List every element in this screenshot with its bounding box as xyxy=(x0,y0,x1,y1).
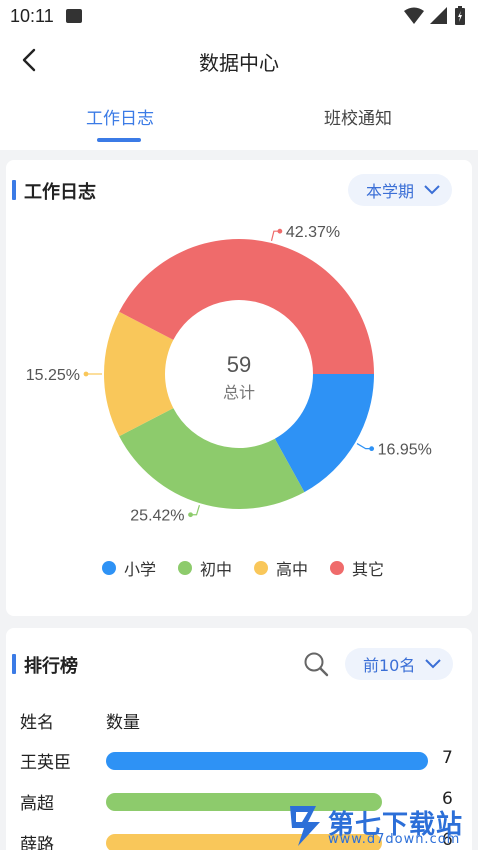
donut-center-value: 59 xyxy=(227,352,251,377)
slice-label-0: 16.95% xyxy=(378,442,432,459)
tab-class-notice[interactable]: 班校通知 xyxy=(298,104,418,129)
ranking-title: 排行榜 xyxy=(12,652,78,678)
ranking-name: 高超 xyxy=(20,794,54,814)
signal-icon xyxy=(430,7,447,24)
tab-bar: 工作日志 班校通知 xyxy=(0,90,478,150)
slice-label-1: 25.42% xyxy=(130,508,184,525)
chart-legend: 小学 初中 高中 其它 xyxy=(102,556,384,580)
tab-work-log[interactable]: 工作日志 xyxy=(60,104,180,129)
image-notification-icon xyxy=(65,9,82,23)
legend-label: 其它 xyxy=(352,560,385,579)
page-title: 数据中心 xyxy=(199,51,279,75)
status-bar: 10:11 xyxy=(0,0,478,32)
donut-center-label: 总计 xyxy=(223,383,255,402)
column-header-count: 数量 xyxy=(106,713,140,733)
site-watermark: 第七下载站 www.d7down.com xyxy=(286,800,476,850)
work-log-card: 工作日志 本学期 16.95% 25.42% 15.25% 42.37% 59 总计 小学… xyxy=(6,160,472,616)
slice-label-2: 15.25% xyxy=(26,367,80,384)
top-n-selector[interactable]: 前10名 xyxy=(345,648,454,680)
legend-dot xyxy=(102,561,116,575)
ranking-bar xyxy=(106,752,428,770)
watermark-url: www.d7down.com xyxy=(328,832,461,847)
ranking-row[interactable]: 王英臣 7 xyxy=(6,748,472,778)
status-time: 10:11 xyxy=(10,5,54,26)
chevron-down-icon xyxy=(425,659,442,669)
legend-dot xyxy=(254,561,269,575)
ranking-name: 王英臣 xyxy=(20,753,71,773)
leader-dot-1 xyxy=(188,512,193,518)
leader-dot-3 xyxy=(277,228,283,234)
legend-item-other[interactable]: 其它 xyxy=(330,556,384,580)
legend-item-primary[interactable]: 小学 xyxy=(102,556,156,580)
donut-chart: 16.95% 25.42% 15.25% 42.37% 59 总计 xyxy=(26,224,432,525)
legend-label: 初中 xyxy=(200,560,233,579)
status-icons xyxy=(404,6,466,26)
donut-slice-1[interactable] xyxy=(119,408,305,509)
legend-label: 高中 xyxy=(276,560,309,579)
battery-icon xyxy=(455,6,465,25)
watermark-logo-icon xyxy=(290,806,320,846)
column-header-name: 姓名 xyxy=(20,713,54,733)
top-n-selector-label: 前10名 xyxy=(363,656,416,675)
wifi-icon xyxy=(404,7,424,24)
legend-dot xyxy=(178,561,193,575)
app-header: 数据中心 xyxy=(0,32,478,90)
active-tab-indicator xyxy=(97,138,141,142)
legend-label: 小学 xyxy=(124,560,157,579)
leader-dot-0 xyxy=(369,446,375,452)
legend-dot xyxy=(330,561,345,575)
search-icon[interactable] xyxy=(302,650,330,678)
legend-item-junior[interactable]: 初中 xyxy=(178,556,232,580)
leader-dot-2 xyxy=(83,371,89,377)
legend-item-senior[interactable]: 高中 xyxy=(254,556,308,580)
ranking-name: 薛路 xyxy=(20,835,54,850)
slice-label-3: 42.37% xyxy=(286,224,340,241)
ranking-value: 7 xyxy=(442,748,453,768)
